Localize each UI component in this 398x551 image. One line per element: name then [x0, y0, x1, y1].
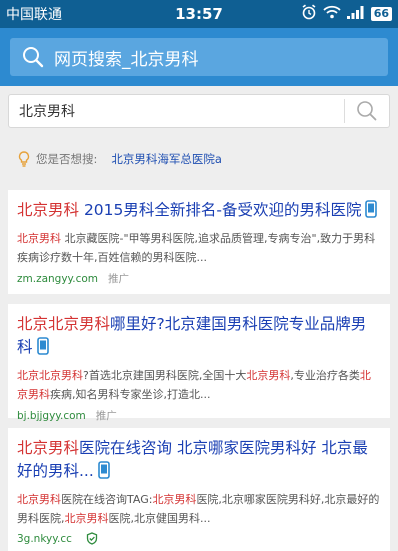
result-meta: 3g.nkyy.cc	[17, 532, 381, 545]
phone-icon	[365, 200, 378, 225]
result-meta: bj.bjjgyy.com 推广	[17, 408, 381, 423]
result-card[interactable]: 北京男科医院在线咨询 北京哪家医院男科好 北京最好的男科... 北京男科医院在线…	[8, 428, 390, 551]
text-segment: 疾病,知名男科专家坐诊,打造北...	[50, 388, 211, 401]
result-snippet: 北京北京男科?首选北京建国男科医院,全国十大北京男科,专业治疗各类北京男科疾病,…	[17, 366, 381, 404]
header-search-label: 网页搜索_北京男科	[54, 49, 199, 70]
text-segment: 北京藏医院-"甲等男科医院,追求品质管理,专病专治",致力于男科疾病诊疗数十年,…	[17, 232, 376, 264]
result-url[interactable]: bj.bjjgyy.com	[17, 410, 86, 422]
keyword-highlight: 北京北京男科	[17, 315, 111, 333]
result-snippet: 北京男科医院在线咨询TAG:北京男科医院,北京哪家医院男科好,北京最好的男科医院…	[17, 490, 381, 528]
battery-icon: 66	[370, 7, 392, 21]
lightbulb-icon	[18, 151, 30, 167]
suggestion-link[interactable]: 北京男科海军总医院a	[111, 151, 222, 167]
verified-icon	[86, 532, 98, 545]
suggestion-prompt: 您是否想搜:	[36, 152, 98, 166]
search-input[interactable]	[17, 95, 344, 127]
text-segment: 2015男科全新排名-备受欢迎的男科医院	[79, 201, 362, 219]
search-icon	[22, 46, 44, 68]
search-icon	[357, 101, 377, 121]
promo-tag: 推广	[95, 410, 117, 422]
keyword-highlight: 北京男科	[246, 369, 291, 382]
spelling-suggestion: 您是否想搜: 北京男科海军总医院a	[18, 150, 222, 168]
keyword-highlight: 北京北京男科	[17, 369, 83, 382]
signal-icon	[346, 5, 365, 23]
keyword-highlight: 北京男科	[152, 493, 197, 506]
text-segment: ,专业治疗各类	[290, 369, 360, 382]
carrier-name: 中国联通	[6, 7, 62, 23]
result-url[interactable]: 3g.nkyy.cc	[17, 533, 72, 545]
phone-icon	[97, 461, 110, 486]
promo-tag: 推广	[108, 273, 130, 285]
text-segment: 医院,北京健国男科...	[108, 512, 211, 525]
keyword-highlight: 北京男科	[17, 439, 80, 457]
query-bar	[8, 94, 390, 128]
keyword-highlight: 北京男科	[64, 512, 109, 525]
result-card[interactable]: 北京北京男科哪里好?北京建国男科医院专业品牌男科 北京北京男科?首选北京建国男科…	[8, 304, 390, 422]
phone-icon	[36, 337, 49, 362]
text-segment: 医院在线咨询TAG:	[61, 493, 153, 506]
result-snippet: 北京男科 北京藏医院-"甲等男科医院,追求品质管理,专病专治",致力于男科疾病诊…	[17, 229, 381, 267]
alarm-icon	[301, 4, 317, 24]
status-bar: 中国联通 13:57 66	[0, 0, 398, 28]
result-card[interactable]: 北京男科 2015男科全新排名-备受欢迎的男科医院 北京男科 北京藏医院-"甲等…	[8, 190, 390, 294]
keyword-highlight: 北京男科	[17, 493, 61, 506]
result-title[interactable]: 北京北京男科哪里好?北京建国男科医院专业品牌男科	[17, 313, 381, 362]
result-title[interactable]: 北京男科医院在线咨询 北京哪家医院男科好 北京最好的男科...	[17, 437, 381, 486]
search-button[interactable]	[345, 94, 389, 128]
status-icons: 66	[301, 4, 392, 24]
result-title[interactable]: 北京男科 2015男科全新排名-备受欢迎的男科医院	[17, 199, 381, 225]
header-search-box[interactable]: 网页搜索_北京男科	[10, 38, 388, 76]
text-segment: ?首选北京建国男科医院,全国十大	[83, 369, 247, 382]
app-header: 网页搜索_北京男科	[0, 28, 398, 86]
keyword-highlight: 北京男科	[17, 201, 80, 219]
keyword-highlight: 北京男科	[17, 232, 61, 245]
result-meta: zm.zangyy.com 推广	[17, 271, 381, 286]
result-url[interactable]: zm.zangyy.com	[17, 273, 98, 285]
wifi-icon	[323, 5, 341, 23]
